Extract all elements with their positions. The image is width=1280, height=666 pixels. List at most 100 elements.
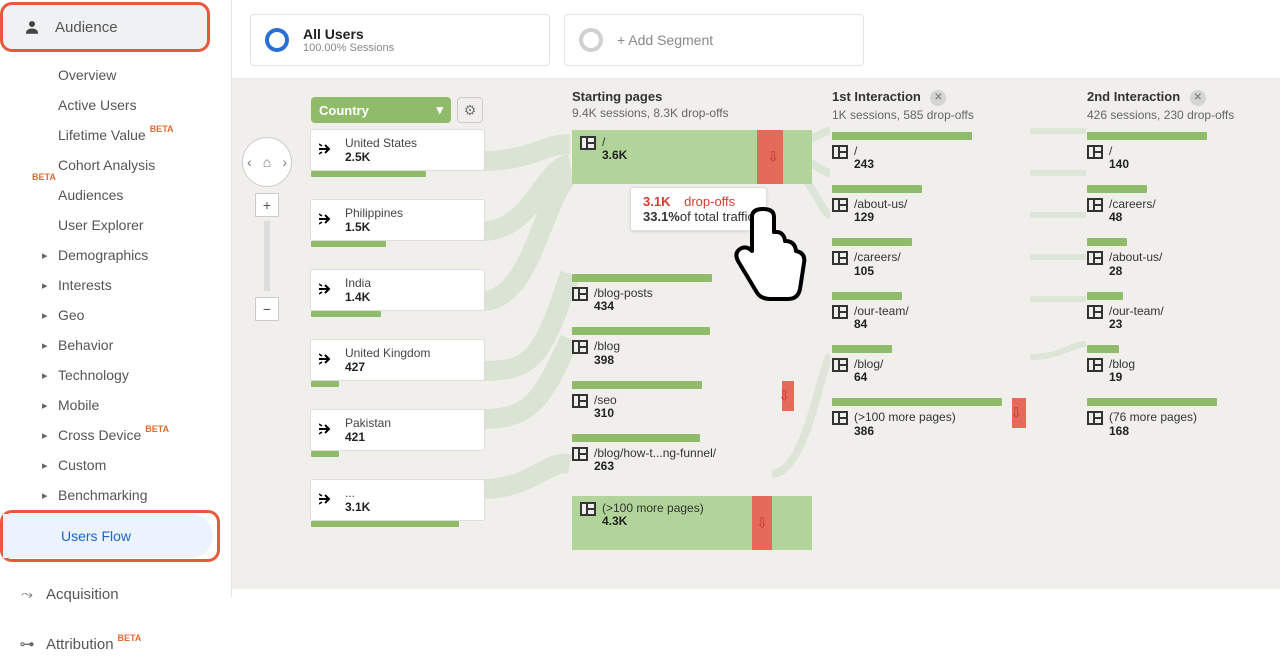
- country-node[interactable]: United States 2.5K: [310, 129, 485, 171]
- map-controls: ‹ ⌂ › + −: [242, 137, 292, 321]
- column-header: 1st Interaction: [832, 89, 921, 104]
- flow-node[interactable]: /blog 19: [1087, 345, 1280, 388]
- segment-all-users[interactable]: All Users 100.00% Sessions: [250, 14, 550, 66]
- country-node[interactable]: India 1.4K: [310, 269, 485, 311]
- home-button[interactable]: ‹ ⌂ ›: [242, 137, 292, 187]
- node-value: 4.3K: [602, 515, 704, 528]
- sidebar-item-label: Technology: [58, 367, 129, 383]
- country-value: 421: [345, 430, 476, 444]
- dropoff-arrow-icon: ⇩: [756, 514, 768, 531]
- flow-node[interactable]: /our-team/ 84: [832, 292, 1052, 335]
- zoom-track[interactable]: [264, 221, 270, 291]
- sidebar-item[interactable]: ▸Cross DeviceBETA: [58, 420, 231, 450]
- sidebar-item-label: Lifetime Value: [58, 127, 146, 143]
- sidebar-section-audience[interactable]: Audience: [0, 2, 210, 52]
- zoom-in-button[interactable]: +: [255, 193, 279, 217]
- node-name: (>100 more pages): [602, 502, 704, 515]
- tooltip-percent: 33.1%: [643, 209, 680, 224]
- country-name: India: [345, 276, 476, 290]
- node-name: /blog: [594, 340, 620, 353]
- page-icon: [1087, 358, 1103, 372]
- sidebar-item-users-flow[interactable]: Users Flow: [3, 514, 213, 558]
- sidebar-item[interactable]: ▸Geo: [58, 300, 231, 330]
- sidebar-item[interactable]: ▸Benchmarking: [58, 480, 231, 510]
- segment-circle-grey-icon: [579, 28, 603, 52]
- sidebar-item[interactable]: Active Users: [58, 90, 231, 120]
- node-name: /about-us/: [1109, 251, 1162, 264]
- chevron-down-icon: ▾: [436, 102, 443, 118]
- node-bar: [1087, 132, 1207, 140]
- sidebar-item[interactable]: ▸Behavior: [58, 330, 231, 360]
- country-name: Pakistan: [345, 416, 476, 430]
- country-bar: [311, 241, 386, 247]
- caret-icon: ▸: [42, 279, 48, 292]
- country-node[interactable]: United Kingdom 427: [310, 339, 485, 381]
- node-value: 310: [594, 407, 617, 420]
- flow-node[interactable]: /blog 398: [572, 327, 812, 370]
- node-bar: [832, 238, 912, 246]
- zoom-out-button[interactable]: −: [255, 297, 279, 321]
- dimension-selector[interactable]: Country ▾: [311, 97, 451, 123]
- country-node[interactable]: ... 3.1K: [310, 479, 485, 521]
- sidebar-item[interactable]: User Explorer: [58, 210, 231, 240]
- share-icon: ⤳: [18, 586, 36, 603]
- flow-node[interactable]: / 3.6K ⇩: [572, 130, 812, 184]
- sidebar-item[interactable]: Audiences: [58, 180, 231, 210]
- gear-icon: ⚙: [464, 102, 477, 119]
- flow-node[interactable]: /blog/how-t...ng-funnel/ 263: [572, 434, 812, 477]
- country-node[interactable]: Pakistan 421: [310, 409, 485, 451]
- sidebar-item-label: Audiences: [58, 187, 123, 203]
- sidebar-item[interactable]: ▸Demographics: [58, 240, 231, 270]
- tooltip-percent-label: of total traffic: [680, 209, 754, 224]
- sidebar-item[interactable]: ▸Interests: [58, 270, 231, 300]
- flow-node[interactable]: /about-us/ 129: [832, 185, 1052, 228]
- node-name: /our-team/: [854, 305, 909, 318]
- country-node[interactable]: Philippines 1.5K: [310, 199, 485, 241]
- sidebar-item[interactable]: ▸Mobile: [58, 390, 231, 420]
- flow-node[interactable]: /blog-posts 434: [572, 274, 812, 317]
- flow-node[interactable]: (>100 more pages) 386 ⇩: [832, 398, 1052, 441]
- dropoff-bar[interactable]: ⇩: [1012, 398, 1026, 428]
- flow-node[interactable]: /our-team/ 23: [1087, 292, 1280, 335]
- sidebar-section-attribution[interactable]: ⊶ Attribution BETA: [18, 622, 231, 666]
- sidebar-item[interactable]: ▸Technology: [58, 360, 231, 390]
- sidebar-items: Overview Active Users Lifetime ValueBETACo…: [0, 60, 231, 510]
- sidebar-item[interactable]: Lifetime ValueBETA: [58, 120, 231, 150]
- sidebar-item-label: Active Users: [58, 97, 137, 113]
- close-column-icon[interactable]: ✕: [930, 90, 946, 106]
- page-icon: [572, 394, 588, 408]
- dropoff-bar[interactable]: ⇩: [752, 496, 772, 550]
- dropoff-bar[interactable]: ⇩: [757, 130, 783, 184]
- dropoff-arrow-icon: ⇩: [778, 387, 790, 404]
- caret-icon: ▸: [42, 399, 48, 412]
- sidebar-item[interactable]: ▸Custom: [58, 450, 231, 480]
- close-column-icon[interactable]: ✕: [1190, 90, 1206, 106]
- page-icon: [1087, 251, 1103, 265]
- sidebar-item-label: Behavior: [58, 337, 113, 353]
- country-name: United Kingdom: [345, 346, 476, 360]
- segment-add[interactable]: + Add Segment: [564, 14, 864, 66]
- flow-node[interactable]: / 243: [832, 132, 1052, 175]
- node-name: /careers/: [854, 251, 901, 264]
- sidebar-item-label: Interests: [58, 277, 112, 293]
- flow-node[interactable]: /blog/ 64: [832, 345, 1052, 388]
- node-value: 3.6K: [602, 149, 627, 162]
- flow-node[interactable]: (76 more pages) 168: [1087, 398, 1280, 441]
- node-bar: [1087, 238, 1127, 246]
- flow-node[interactable]: /about-us/ 28: [1087, 238, 1280, 281]
- flow-node[interactable]: (>100 more pages) 4.3K ⇩: [572, 496, 812, 550]
- flow-node[interactable]: /careers/ 48: [1087, 185, 1280, 228]
- country-bar: [311, 521, 459, 527]
- flow-node[interactable]: / 140: [1087, 132, 1280, 175]
- flow-area[interactable]: Country ▾ ⚙ ‹ ⌂ › + − United States 2.5K…: [232, 79, 1280, 589]
- country-value: 427: [345, 360, 476, 374]
- settings-button[interactable]: ⚙: [457, 97, 483, 123]
- sidebar-item[interactable]: Cohort AnalysisBETA: [58, 150, 231, 180]
- flow-node[interactable]: /seo 310 ⇩: [572, 381, 812, 424]
- page-icon: [580, 502, 596, 516]
- sidebar-item[interactable]: Overview: [58, 60, 231, 90]
- flow-node[interactable]: /careers/ 105: [832, 238, 1052, 281]
- page-icon: [1087, 198, 1103, 212]
- sidebar-section-acquisition[interactable]: ⤳ Acquisition: [18, 572, 231, 616]
- dropoff-bar[interactable]: ⇩: [782, 381, 794, 411]
